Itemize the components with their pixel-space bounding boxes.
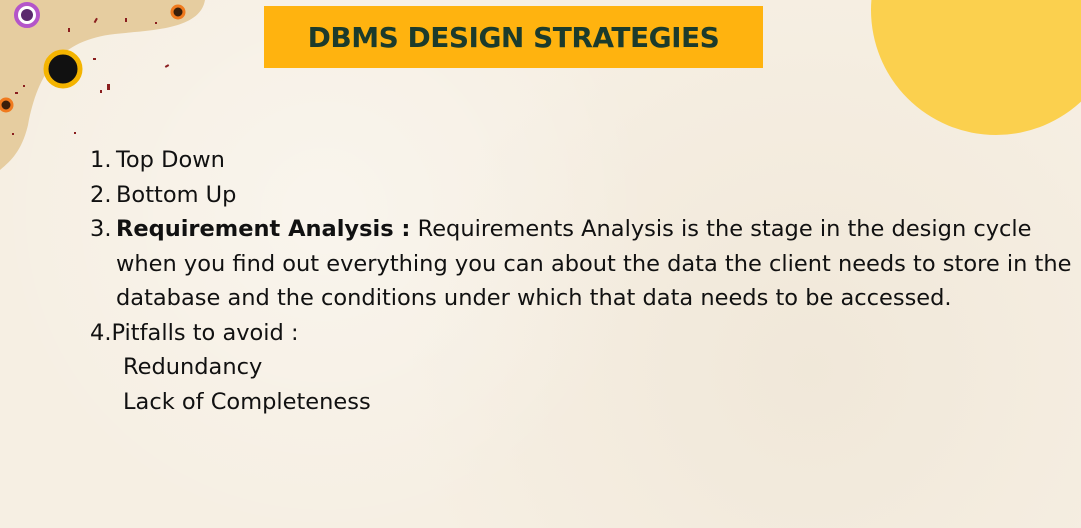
list-number: 1. — [90, 147, 112, 173]
list-number: 4. — [90, 319, 112, 346]
yellow-ring-black-dot-icon — [43, 49, 83, 89]
purple-ring-center — [21, 9, 33, 21]
requirement-analysis-label: Requirement Analysis : — [116, 216, 411, 242]
orange-ring-left-icon — [0, 97, 14, 113]
list-item: 4. Pitfalls to avoid : — [90, 316, 1075, 351]
list-item-text: Bottom Up — [116, 181, 237, 208]
list-item: 3. Requirement Analysis : Requirements A… — [90, 212, 1075, 316]
title-banner: DBMS DESIGN STRATEGIES — [264, 6, 763, 68]
pitfall-item: Redundancy — [123, 354, 263, 380]
list-item-text: Pitfalls to avoid : — [111, 319, 299, 346]
list-number: 2. — [90, 181, 112, 208]
page-title: DBMS DESIGN STRATEGIES — [307, 20, 720, 54]
strategies-list: 1. Top Down 2. Bottom Up 3. Requirement … — [90, 143, 1075, 419]
list-item-text: Top Down — [116, 147, 225, 173]
pitfall-item: Lack of Completeness — [123, 388, 371, 415]
list-item-body: Requirement Analysis : Requirements Anal… — [116, 212, 1075, 316]
orange-ring-small-icon — [170, 4, 186, 20]
list-item: 2. Bottom Up — [90, 178, 1075, 213]
list-number: 3. — [90, 216, 112, 242]
list-item: 1. Top Down — [90, 143, 1075, 178]
